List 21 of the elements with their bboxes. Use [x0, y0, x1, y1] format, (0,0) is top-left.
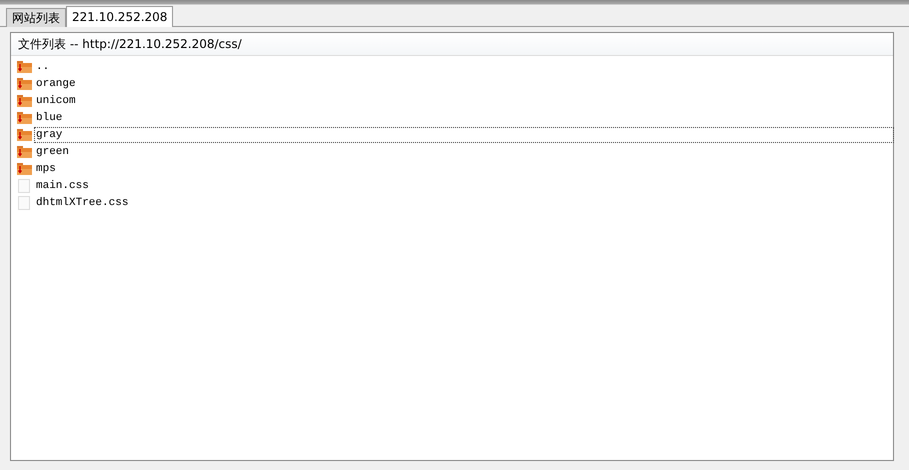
folder-icon [17, 78, 32, 90]
file-item[interactable]: mps [34, 160, 58, 176]
folder-icon [17, 94, 32, 106]
tab[interactable]: 网站列表 [6, 8, 66, 27]
file-item[interactable]: blue [34, 110, 64, 126]
file-item[interactable]: dhtmlXTree.css [34, 194, 130, 210]
file-item[interactable]: unicom [34, 92, 78, 108]
file-icon [17, 196, 32, 210]
file-item[interactable]: .. [34, 58, 52, 74]
file-icon [17, 178, 32, 192]
tab[interactable]: 221.10.252.208 [66, 6, 174, 27]
folder-icon [17, 146, 32, 158]
file-item[interactable]: green [34, 144, 72, 160]
folder-icon [17, 128, 32, 140]
file-item[interactable]: main.css [34, 178, 91, 194]
list-header: 文件列表 -- http://221.10.252.208/css/ [18, 36, 242, 52]
file-item[interactable]: gray [34, 126, 894, 142]
file-item[interactable]: orange [34, 76, 78, 92]
folder-icon [17, 60, 32, 72]
folder-icon [17, 112, 32, 124]
folder-icon [17, 162, 32, 174]
